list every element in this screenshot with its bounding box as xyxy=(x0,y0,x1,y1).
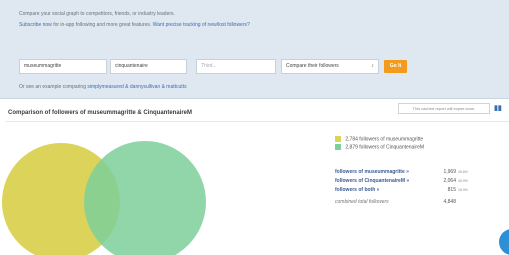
stat-link-museummagritte[interactable]: followers of museummagritte » xyxy=(335,169,409,175)
stat-value: 2,064 xyxy=(443,178,456,184)
combined-total-label: combined total followers xyxy=(335,199,389,205)
section-divider xyxy=(6,121,509,122)
example-text: Or see an example comparing simplymeasur… xyxy=(19,84,187,90)
intro-text: Compare your social graph to competitors… xyxy=(19,11,175,17)
help-bubble-icon[interactable] xyxy=(499,229,509,255)
legend-label: 2,879 followers of CinquantenaireM xyxy=(345,144,425,151)
comparison-title: Comparison of followers of museummagritt… xyxy=(8,110,193,116)
stat-percent: 45.6% xyxy=(458,170,468,174)
legend-swatch-green xyxy=(335,144,341,150)
third-user-input[interactable]: Third... xyxy=(196,59,276,74)
example-label: Or see an example comparing xyxy=(19,84,86,90)
legend-item-museummagritte: 2,784 followers of museummagritte xyxy=(335,136,423,142)
user2-input[interactable]: cinquantenaire xyxy=(110,59,187,74)
subscribe-description: for in-app following and more great feat… xyxy=(53,22,152,28)
subscribe-link[interactable]: Subscribe now xyxy=(19,22,52,28)
stat-value: 815 xyxy=(447,187,456,193)
combined-total-value: 4,848 xyxy=(443,199,456,205)
tracking-link[interactable]: Want precise tracking of new/lost follow… xyxy=(153,22,250,28)
compare-select-value: Compare their followers xyxy=(286,63,339,69)
chart-share-icon[interactable]: ▮▮ xyxy=(494,104,502,112)
stat-percent: 45.9% xyxy=(458,179,468,183)
stat-link-both[interactable]: followers of both » xyxy=(335,187,379,193)
compare-panel: Compare your social graph to competitors… xyxy=(0,0,509,99)
stat-link-cinquantenaire[interactable]: followers of CinquantenaireM » xyxy=(335,178,409,184)
venn-circle-cinquantenaire xyxy=(84,141,206,255)
report-expiry-button[interactable]: This cached report will expire soon. xyxy=(398,103,490,114)
legend-item-cinquantenaire: 2,879 followers of CinquantenaireM xyxy=(335,144,424,150)
legend-swatch-yellow xyxy=(335,136,341,142)
user1-input[interactable]: museummagritte xyxy=(19,59,107,74)
chevron-updown-icon: ↕ xyxy=(371,63,375,69)
subscribe-text: Subscribe now for in-app following and m… xyxy=(19,22,309,29)
stat-value: 1,969 xyxy=(443,169,456,175)
compare-select[interactable]: Compare their followers ↕ xyxy=(281,59,379,74)
legend-label: 2,784 followers of museummagritte xyxy=(345,136,424,143)
example-link[interactable]: simplymeasured & dannysullivan & mattcut… xyxy=(87,84,186,90)
venn-diagram xyxy=(2,141,206,255)
stat-percent: 18.9% xyxy=(458,188,468,192)
go-button[interactable]: Go It xyxy=(384,60,407,73)
